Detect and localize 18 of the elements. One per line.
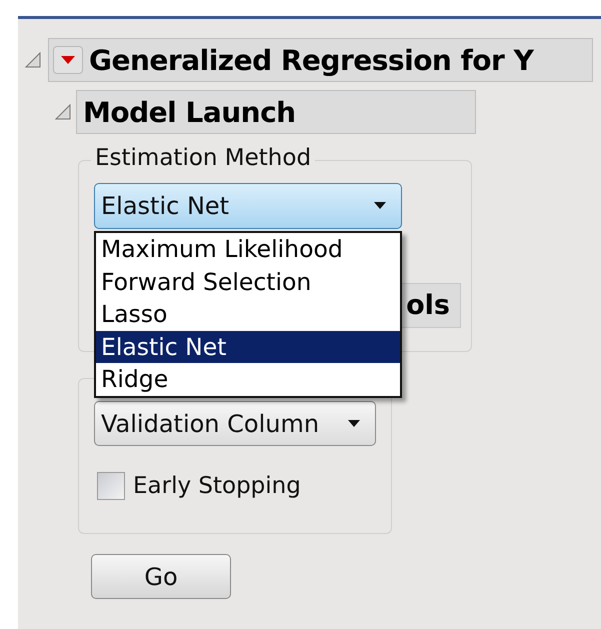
menu-button[interactable] [53, 46, 83, 74]
checkbox-label: Early Stopping [133, 473, 301, 499]
checkbox[interactable] [97, 472, 125, 500]
triangle-icon [60, 55, 76, 65]
disclosure-icon[interactable] [54, 103, 72, 121]
dropdown-option[interactable]: Maximum Likelihood [96, 233, 400, 266]
validation-dropdown[interactable]: Validation Column [94, 401, 376, 446]
dropdown-option[interactable]: Elastic Net [96, 330, 400, 364]
report-title: Generalized Regression for Y [89, 44, 534, 76]
go-button[interactable]: Go [91, 554, 231, 599]
method-dropdown[interactable]: Elastic Net [94, 183, 402, 229]
section-title: Model Launch [83, 96, 296, 128]
dropdown-arrow-icon [347, 420, 361, 428]
dropdown-option[interactable]: Lasso [96, 298, 400, 331]
disclosure-icon[interactable] [24, 51, 42, 69]
dropdown-option[interactable]: Forward Selection [96, 266, 400, 298]
dropdown-option[interactable]: Ridge [96, 363, 400, 396]
dropdown-arrow-icon [373, 202, 387, 210]
